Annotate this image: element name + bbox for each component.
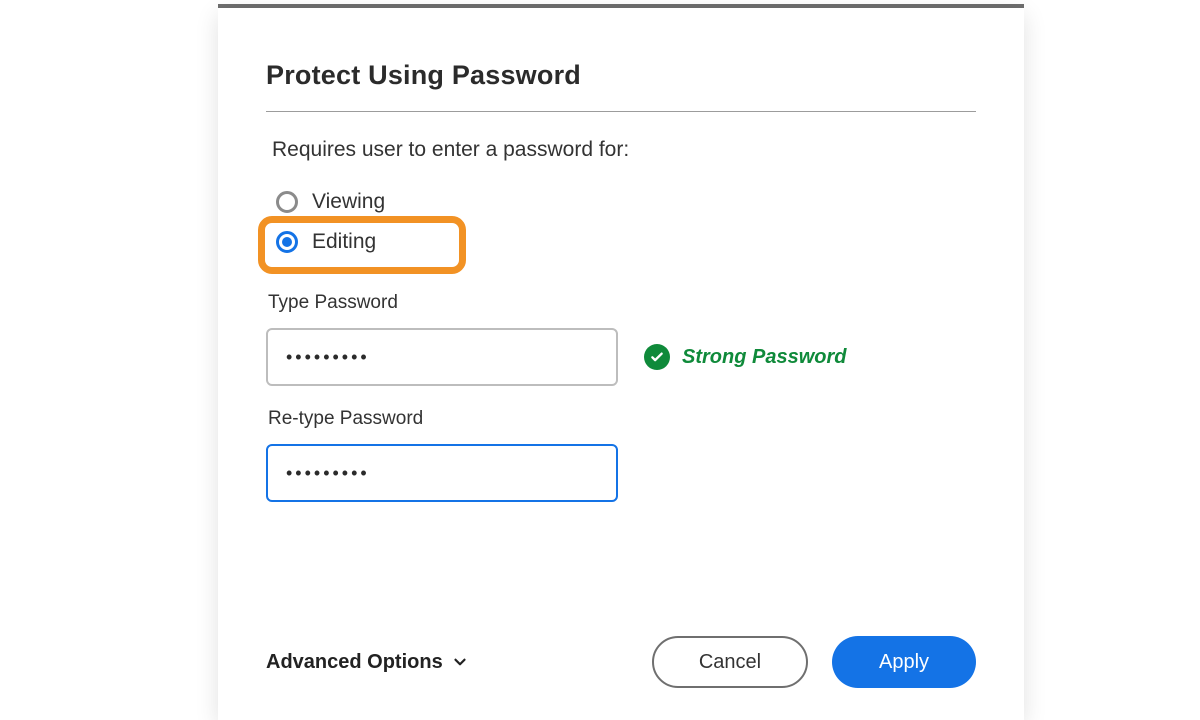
type-password-input[interactable] <box>266 328 618 386</box>
password-strength-text: Strong Password <box>682 346 846 369</box>
radio-viewing[interactable]: Viewing <box>276 186 976 218</box>
tutorial-highlight-box <box>258 216 466 274</box>
check-circle-icon <box>644 344 670 370</box>
divider <box>266 111 976 112</box>
advanced-options-toggle[interactable]: Advanced Options <box>266 651 469 674</box>
retype-password-input[interactable] <box>266 444 618 502</box>
cancel-button[interactable]: Cancel <box>652 636 808 688</box>
dialog-title: Protect Using Password <box>266 60 976 91</box>
retype-password-label: Re-type Password <box>268 408 976 430</box>
radio-label-viewing: Viewing <box>312 190 385 214</box>
radio-icon <box>276 191 298 213</box>
protect-password-dialog: Protect Using Password Requires user to … <box>218 8 1024 720</box>
chevron-down-icon <box>451 653 469 671</box>
apply-button[interactable]: Apply <box>832 636 976 688</box>
advanced-options-label: Advanced Options <box>266 651 443 674</box>
type-password-label: Type Password <box>268 292 976 314</box>
password-strength-indicator: Strong Password <box>644 344 846 370</box>
requires-label: Requires user to enter a password for: <box>272 138 976 162</box>
protection-mode-radios: Viewing Editing <box>276 186 976 258</box>
